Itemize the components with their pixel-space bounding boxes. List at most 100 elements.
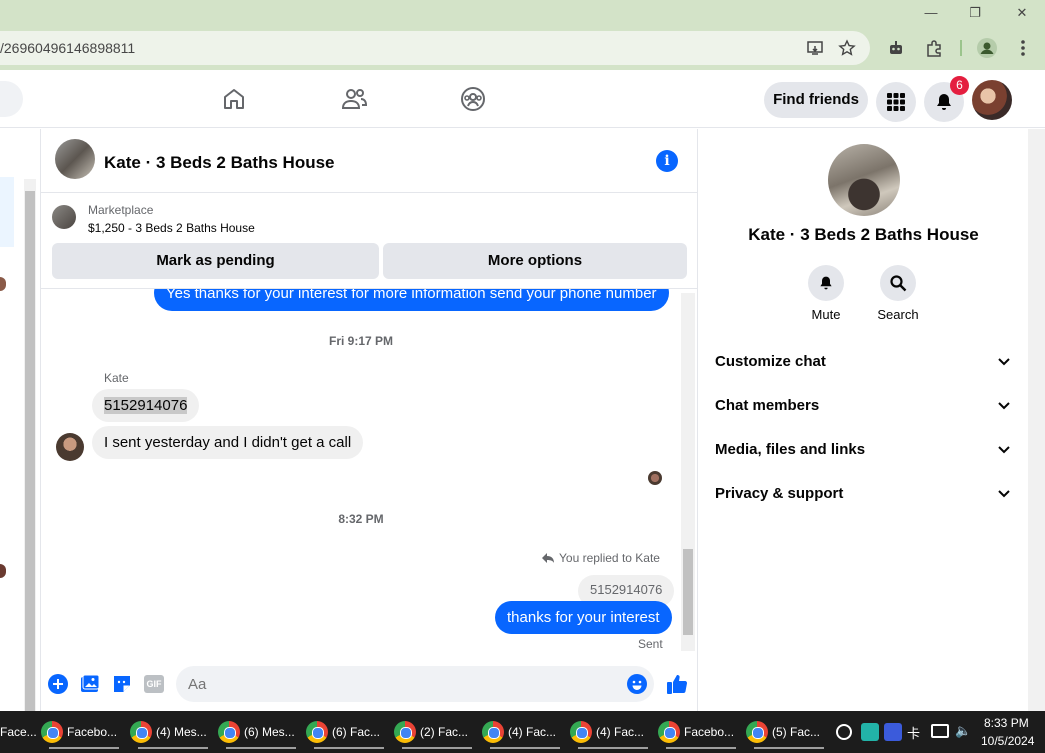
mute-label: Mute <box>811 307 841 322</box>
address-bar[interactable]: /26960496146898811 <box>0 31 870 65</box>
friends-icon[interactable] <box>339 84 369 114</box>
chrome-icon <box>218 721 240 743</box>
taskbar-item-label: (5) Fac... <box>772 725 821 739</box>
page-scrollbar[interactable] <box>1028 129 1045 711</box>
conversation-header: Kate · 3 Beds 2 Baths House i <box>41 129 697 193</box>
plus-icon[interactable] <box>47 673 69 695</box>
taskbar-item[interactable]: (6) Fac... <box>306 715 390 749</box>
chrome-icon <box>41 721 63 743</box>
more-options-button[interactable]: More options <box>383 243 687 279</box>
app-tray-icon[interactable] <box>884 723 902 741</box>
windows-taskbar: Face... Facebo... (4) Mes... (6) Mes... … <box>0 711 1045 753</box>
minimize-button[interactable]: — <box>908 0 954 26</box>
chat-list-avatar[interactable] <box>0 564 6 578</box>
like-thumb-icon[interactable] <box>666 673 688 695</box>
timestamp: 8:32 PM <box>338 512 384 526</box>
chrome-icon <box>394 721 416 743</box>
url-text[interactable]: /26960496146898811 <box>0 40 135 56</box>
sender-avatar[interactable] <box>56 433 84 461</box>
privacy-support-row[interactable]: Privacy & support <box>707 471 1020 515</box>
media-files-links-row[interactable]: Media, files and links <box>707 427 1020 471</box>
clock-time[interactable]: 8:33 PM <box>984 716 1029 730</box>
sticker-icon[interactable] <box>111 673 133 695</box>
message-composer: GIF <box>41 659 697 711</box>
message-bubble-outgoing[interactable]: thanks for your interest <box>495 601 672 634</box>
groups-icon[interactable] <box>458 84 488 114</box>
listing-source: Marketplace <box>88 203 154 217</box>
listing-thumbnail[interactable] <box>52 205 76 229</box>
taskbar-item[interactable]: (2) Fac... <box>394 715 478 749</box>
menu-grid-icon[interactable] <box>876 82 916 122</box>
taskbar-item[interactable]: (5) Fac... <box>746 715 828 749</box>
chat-list-panel <box>0 129 40 735</box>
taskbar-item-label: Face... <box>0 725 37 739</box>
listing-price-title[interactable]: $1,250 - 3 Beds 2 Baths House <box>88 221 255 235</box>
chrome-icon <box>570 721 592 743</box>
search-action[interactable]: Search <box>868 265 928 322</box>
search-label: Search <box>877 307 919 322</box>
browser-toolbar: /26960496146898811 <box>0 26 1045 70</box>
chat-members-row[interactable]: Chat members <box>707 383 1020 427</box>
highlighted-phone-number[interactable]: 5152914076 <box>104 397 188 414</box>
taskbar-item[interactable]: Facebo... <box>41 715 125 749</box>
reply-indicator: You replied to Kate <box>541 551 660 565</box>
clock-date[interactable]: 10/5/2024 <box>981 734 1034 748</box>
chrome-icon <box>746 721 768 743</box>
taskbar-item-label: (2) Fac... <box>420 725 469 739</box>
read-receipt-avatar <box>648 471 662 485</box>
taskbar-item[interactable]: Facebo... <box>658 715 742 749</box>
app-tray-icon[interactable] <box>861 723 879 741</box>
customize-chat-row[interactable]: Customize chat <box>707 339 1020 383</box>
message-status: Sent <box>638 637 663 651</box>
message-bubble-outgoing[interactable]: Yes thanks for your interest for more in… <box>154 289 669 311</box>
profile-icon[interactable] <box>973 34 1001 62</box>
details-avatar[interactable] <box>828 144 900 216</box>
chevron-down-icon <box>998 402 1010 410</box>
row-label: Chat members <box>715 397 820 414</box>
robot-extension-icon[interactable] <box>882 34 910 62</box>
restore-button[interactable]: ❐ <box>952 0 998 26</box>
input-method-icon[interactable]: 卡 <box>907 723 920 742</box>
search-icon[interactable] <box>880 265 916 301</box>
taskbar-item-label: (6) Fac... <box>332 725 381 739</box>
info-icon[interactable]: i <box>656 150 678 172</box>
marketplace-listing-card: Marketplace $1,250 - 3 Beds 2 Baths Hous… <box>41 193 697 289</box>
chat-list-scrollbar-thumb[interactable] <box>25 191 35 711</box>
bell-icon[interactable] <box>808 265 844 301</box>
menu-kebab-icon[interactable] <box>1009 34 1037 62</box>
conversation-title[interactable]: Kate · 3 Beds 2 Baths House <box>104 153 335 173</box>
gif-icon[interactable]: GIF <box>143 673 165 695</box>
timestamp: Fri 9:17 PM <box>328 334 394 348</box>
taskbar-item[interactable]: (4) Fac... <box>570 715 654 749</box>
details-name: Kate · 3 Beds 2 Baths House <box>748 225 979 244</box>
emoji-icon[interactable] <box>626 673 648 695</box>
puzzle-extensions-icon[interactable] <box>920 34 948 62</box>
message-input[interactable] <box>176 666 654 702</box>
mark-as-pending-button[interactable]: Mark as pending <box>52 243 379 279</box>
home-icon[interactable] <box>219 84 249 114</box>
account-avatar[interactable] <box>972 80 1012 120</box>
facebook-top-nav: Find friends 6 <box>0 70 1045 128</box>
taskbar-item-label: (4) Mes... <box>156 725 207 739</box>
cortana-icon[interactable] <box>836 724 852 740</box>
mute-action[interactable]: Mute <box>796 265 856 322</box>
taskbar-item[interactable]: Face... <box>0 715 38 749</box>
taskbar-item[interactable]: (4) Fac... <box>482 715 566 749</box>
taskbar-item[interactable]: (6) Mes... <box>218 715 302 749</box>
message-scrollbar-thumb[interactable] <box>683 549 693 635</box>
row-label: Customize chat <box>715 353 826 370</box>
find-friends-button[interactable]: Find friends <box>764 82 868 118</box>
chat-list-avatar[interactable] <box>0 277 6 291</box>
conversation-avatar[interactable] <box>55 139 95 179</box>
star-icon[interactable] <box>833 34 861 62</box>
cast-icon[interactable] <box>801 34 829 62</box>
network-icon[interactable] <box>931 724 949 738</box>
taskbar-item[interactable]: (4) Mes... <box>130 715 214 749</box>
search-field[interactable] <box>0 81 23 117</box>
message-bubble-incoming[interactable]: I sent yesterday and I didn't get a call <box>92 426 364 459</box>
message-bubble-incoming[interactable]: 5152914076 <box>92 389 200 422</box>
close-window-button[interactable]: ✕ <box>999 0 1045 26</box>
photo-icon[interactable] <box>79 673 101 695</box>
volume-icon[interactable]: 🔈 <box>955 723 971 739</box>
selected-chat-highlight[interactable] <box>0 177 14 247</box>
